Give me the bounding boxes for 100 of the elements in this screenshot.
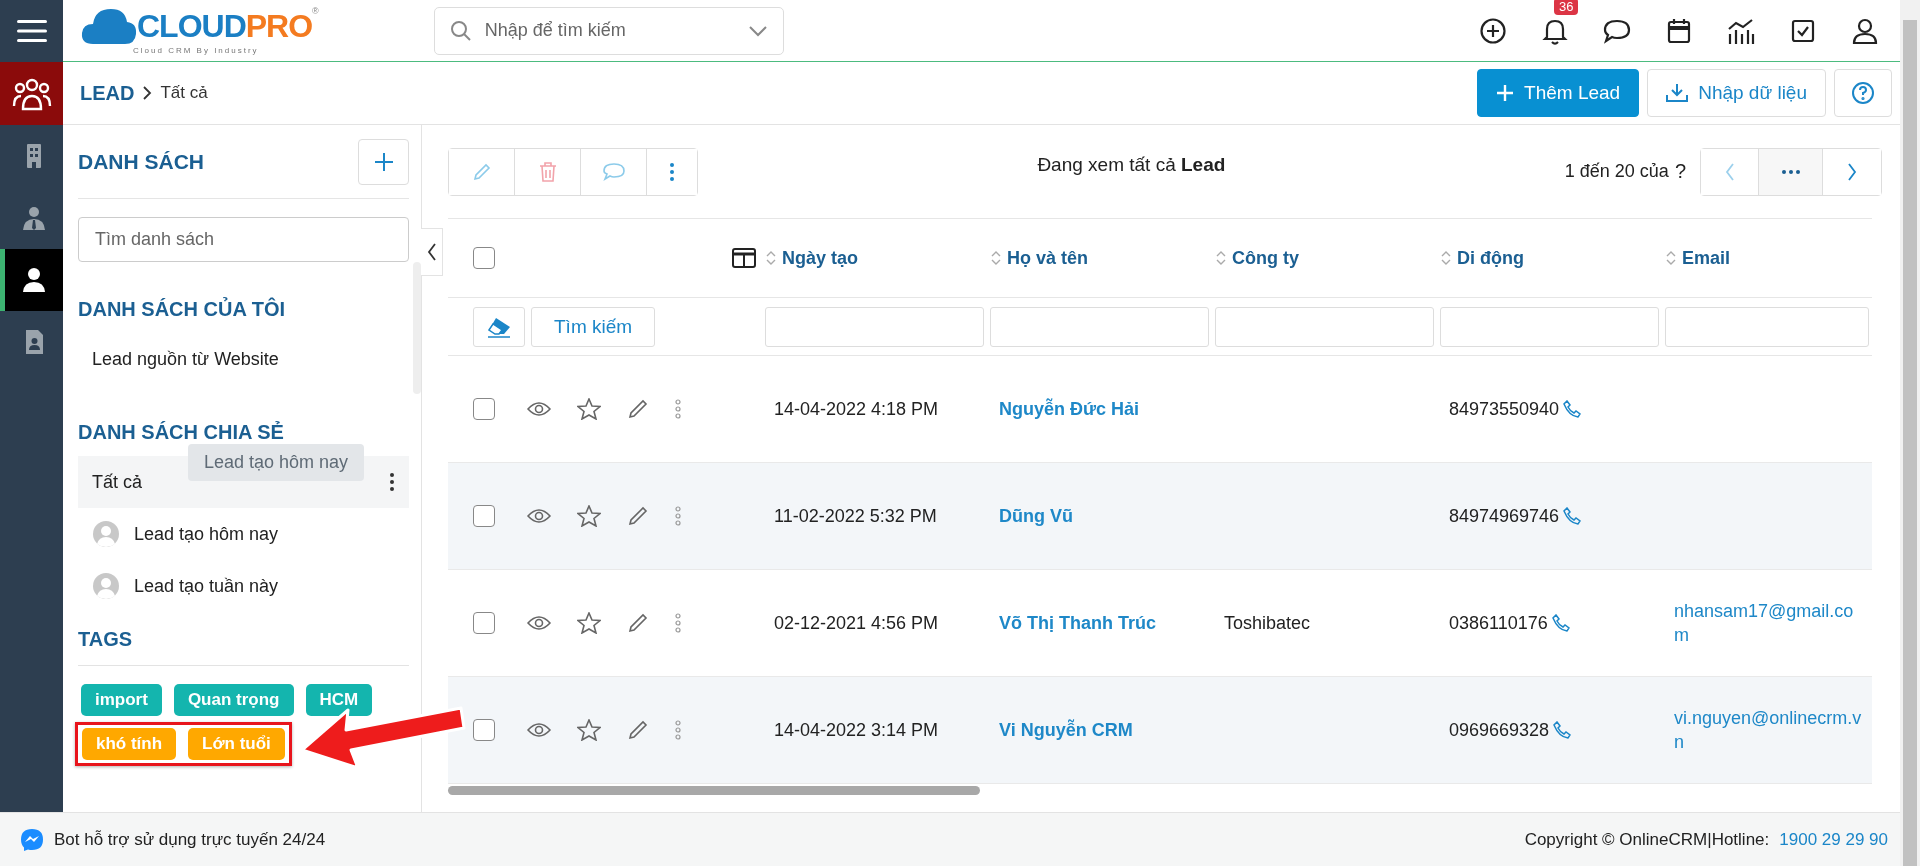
star-icon[interactable] [577, 398, 601, 420]
phone-icon[interactable] [1551, 614, 1570, 632]
copyright-text: Copyright © OnlineCRM|Hotline: [1524, 829, 1770, 850]
checkbox-icon [1790, 17, 1816, 44]
table-cell-text: 11-02-2022 5:32 PM [773, 505, 938, 527]
import-button[interactable]: Nhập dữ liệu [1647, 69, 1826, 117]
column-header[interactable]: Công ty [1212, 247, 1437, 269]
filter-field[interactable] [1215, 306, 1434, 347]
chevron-down-icon[interactable] [747, 24, 768, 37]
pager-total: ? [1674, 160, 1686, 183]
list-item-label: Lead tạo tuần này [134, 575, 279, 597]
lead-name-link[interactable]: Vi Nguyễn CRM [999, 719, 1133, 740]
table-cell: Toshibatec [1224, 612, 1311, 633]
pencil-icon[interactable] [627, 398, 649, 420]
add-list-button[interactable] [358, 138, 409, 185]
row-checkbox[interactable] [473, 505, 495, 527]
star-icon[interactable] [577, 505, 601, 527]
trash-icon [538, 161, 557, 182]
breadcrumb-link[interactable]: LEAD [80, 81, 135, 105]
tag[interactable]: Quan trọng [173, 684, 294, 716]
hotline-link[interactable]: 1900 29 29 90 [1779, 829, 1888, 850]
filter-field[interactable] [990, 306, 1209, 347]
star-icon[interactable] [577, 719, 601, 741]
star-icon[interactable] [577, 612, 601, 634]
messenger-icon[interactable] [20, 827, 44, 852]
column-header[interactable]: Ngày tạo [762, 247, 987, 269]
more-vertical-icon[interactable] [389, 472, 395, 492]
columns-icon[interactable] [732, 248, 756, 268]
collapse-button[interactable] [421, 228, 443, 276]
scrollbar[interactable] [448, 786, 980, 795]
phone-icon[interactable] [1553, 721, 1572, 739]
list-search-field[interactable]: Tìm danh sách [78, 217, 409, 262]
help-button[interactable] [1834, 69, 1892, 117]
table-cell-text: 14-04-2022 3:14 PM [773, 719, 940, 741]
tag[interactable]: import [81, 684, 162, 716]
tags-title: TAGS [78, 628, 409, 666]
sort-icon [991, 250, 1001, 266]
sort-icon [766, 250, 776, 266]
table-cell: 84974969746 [1449, 505, 1560, 527]
row-checkbox[interactable] [473, 719, 495, 741]
list-heading: Đang xem tất cả Lead [1036, 153, 1227, 176]
rail-item[interactable] [0, 249, 63, 311]
list-item-label: Lead tạo hôm nay [134, 523, 279, 545]
section-title: DANH SÁCH CỦA TÔI [78, 298, 287, 321]
list-item-label: Lead nguồn từ Website [92, 348, 279, 370]
pencil-icon [471, 161, 492, 182]
column-header[interactable]: Họ và tên [987, 247, 1212, 269]
menu-icon [16, 19, 47, 43]
breadcrumb-current: Tất cả [160, 83, 208, 103]
chevron-right-icon [142, 86, 153, 100]
list-item[interactable]: Lead tạo tuần này [78, 560, 409, 612]
chat-bubble-icon [602, 161, 625, 182]
chevron-left-icon [426, 243, 437, 261]
table-cell-text: 14-04-2022 4:18 PM [773, 398, 940, 420]
notification-count: 36 [1554, 0, 1579, 15]
table-cell: 84973550940 [1449, 398, 1560, 420]
phone-icon[interactable] [1563, 507, 1582, 525]
row-checkbox[interactable] [473, 398, 495, 420]
lead-name-link[interactable]: Dũng Vũ [999, 505, 1073, 526]
list-item-label: Tất cả [92, 471, 143, 493]
lead-name-link[interactable]: Võ Thị Thanh Trúc [999, 612, 1156, 633]
email-link[interactable]: nhansam17@gmail.com [1662, 598, 1872, 648]
tooltip: Lead tạo hôm nay [188, 444, 365, 481]
calendar-icon [1666, 16, 1692, 45]
tag[interactable]: HCM [305, 684, 373, 716]
search-field[interactable]: Nhập để tìm kiếm [433, 6, 784, 55]
lead-name-link[interactable]: Nguyễn Đức Hải [999, 398, 1140, 419]
add-lead-button[interactable]: Thêm Lead [1477, 69, 1640, 117]
module-button[interactable] [0, 62, 63, 125]
table-cell-text: 02-12-2021 4:56 PM [773, 612, 940, 634]
table-cell: 0969669328 [1449, 719, 1550, 741]
list-item[interactable]: Lead tạo hôm nay [78, 508, 409, 560]
help-icon [1851, 81, 1875, 105]
chart-icon [1726, 16, 1756, 45]
email-link[interactable]: vi.nguyen@onlinecrm.vn [1662, 705, 1872, 755]
user-icon [1852, 16, 1878, 45]
filter-field[interactable] [765, 306, 984, 347]
eye-icon[interactable] [527, 508, 551, 524]
select-all-checkbox[interactable] [473, 247, 495, 269]
search-button[interactable]: Tìm kiếm [531, 306, 656, 347]
eraser-icon [486, 315, 512, 338]
filter-field[interactable] [1440, 306, 1659, 347]
column-header[interactable]: Email [1662, 247, 1872, 269]
table-cell: 0386110176 [1449, 612, 1548, 634]
logo-text: CLOUD [137, 10, 246, 42]
pencil-icon[interactable] [627, 505, 649, 527]
pencil-icon[interactable] [627, 612, 649, 634]
row-checkbox[interactable] [473, 612, 495, 634]
filter-field[interactable] [1665, 306, 1869, 347]
list-item[interactable]: Lead nguồn từ Website [78, 333, 409, 385]
scrollbar[interactable] [1900, 0, 1920, 866]
eye-icon[interactable] [527, 401, 551, 417]
phone-icon[interactable] [1563, 400, 1582, 418]
clear-filter-button[interactable] [473, 306, 525, 347]
pencil-icon[interactable] [627, 719, 649, 741]
eye-icon[interactable] [527, 722, 551, 738]
column-header[interactable]: Di động [1437, 247, 1662, 269]
scrollbar[interactable] [413, 262, 421, 394]
search-icon [449, 19, 472, 42]
eye-icon[interactable] [527, 615, 551, 631]
